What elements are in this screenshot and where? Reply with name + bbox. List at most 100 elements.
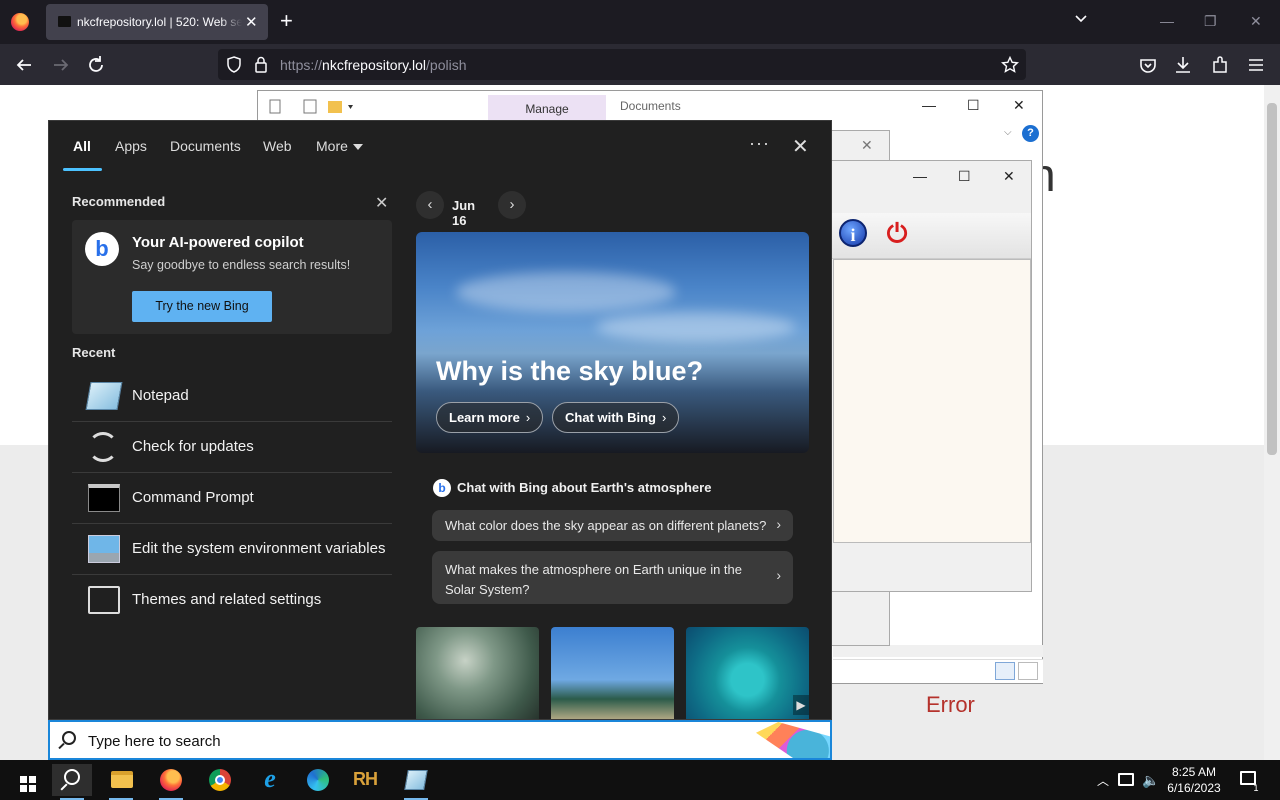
explorer-horizontal-scrollbar[interactable] xyxy=(833,645,1043,657)
recent-item-label: Check for updates xyxy=(132,438,254,455)
dialog-minimize-button[interactable]: — xyxy=(913,168,927,184)
hero-cloud xyxy=(596,312,796,342)
recent-item-check-for-updates[interactable]: Check for updates xyxy=(72,422,392,473)
dialog-maximize-button[interactable]: ☐ xyxy=(958,168,971,185)
notepad-icon xyxy=(85,382,123,410)
chrome-icon xyxy=(209,769,231,791)
close-search-panel-icon[interactable]: ✕ xyxy=(792,134,809,159)
ribbon-expand-chevron-icon[interactable]: ⌵ xyxy=(1004,127,1012,138)
chrome-taskbar-button[interactable] xyxy=(200,764,240,796)
recent-item-themes[interactable]: Themes and related settings xyxy=(72,575,392,626)
recent-item-command-prompt[interactable]: Command Prompt xyxy=(72,473,392,524)
close-window-button[interactable]: ✕ xyxy=(1250,13,1262,30)
suggested-question[interactable]: What color does the sky appear as on dif… xyxy=(432,510,793,541)
tab-web[interactable]: Web xyxy=(263,138,292,154)
explorer-close-button[interactable]: ✕ xyxy=(1013,97,1025,114)
network-icon[interactable] xyxy=(1118,773,1134,786)
recent-item-label: Themes and related settings xyxy=(132,591,322,608)
browser-tab-bar: nkcfrepository.lol | 520: Web server is … xyxy=(0,0,1280,44)
learn-more-button[interactable]: Learn more › xyxy=(436,402,544,433)
minimize-button[interactable]: — xyxy=(1160,13,1174,29)
file-explorer-taskbar-button[interactable] xyxy=(101,764,141,800)
extensions-icon[interactable] xyxy=(1209,54,1231,76)
notepad-taskbar-button[interactable] xyxy=(396,764,436,800)
firefox-menu-icon[interactable] xyxy=(11,13,29,31)
tab-documents[interactable]: Documents xyxy=(170,138,241,154)
url-scheme: https:// xyxy=(280,57,323,73)
explorer-maximize-button[interactable]: ☐ xyxy=(967,97,980,114)
info-icon[interactable]: i xyxy=(839,219,867,247)
start-button[interactable] xyxy=(4,764,44,796)
taskbar: e RH ︿ 🔈 8:25 AM 6/16/2023 1 xyxy=(0,760,1280,800)
scrollbar-thumb[interactable] xyxy=(1267,103,1277,455)
previous-day-icon[interactable]: ‹ xyxy=(416,191,444,219)
search-button[interactable] xyxy=(52,764,92,800)
large-icons-view-icon[interactable] xyxy=(1018,662,1038,680)
search-highlight-hero[interactable]: Why is the sky blue? Learn more › Chat wi… xyxy=(416,232,809,453)
list-all-tabs-icon[interactable] xyxy=(1074,12,1088,26)
back-arrow-icon[interactable] xyxy=(13,54,35,76)
chat-with-bing-button[interactable]: Chat with Bing › xyxy=(552,402,680,433)
firefox-taskbar-button[interactable] xyxy=(151,764,191,800)
edge-taskbar-button[interactable] xyxy=(298,764,338,796)
chevron-right-icon: › xyxy=(662,410,667,425)
pocket-icon[interactable] xyxy=(1137,54,1159,76)
firefox-icon xyxy=(160,769,182,791)
more-options-icon[interactable]: ··· xyxy=(749,133,770,154)
details-view-icon[interactable] xyxy=(995,662,1015,680)
quick-access-toolbar[interactable] xyxy=(266,97,366,117)
ribbon-tab-manage[interactable]: Manage xyxy=(488,95,606,123)
recent-item-notepad[interactable]: Notepad xyxy=(72,371,392,422)
thumbnails-next-icon[interactable]: ▶ xyxy=(793,695,809,715)
chevron-right-icon: › xyxy=(776,567,781,583)
dismiss-recommended-icon[interactable]: ✕ xyxy=(375,193,388,213)
highlight-thumbnail[interactable] xyxy=(416,627,539,719)
try-new-bing-button[interactable]: Try the new Bing xyxy=(132,291,272,322)
suggested-question[interactable]: What makes the atmosphere on Earth uniqu… xyxy=(432,551,793,604)
browser-tab[interactable]: nkcfrepository.lol | 520: Web server is … xyxy=(46,4,268,40)
recent-item-environment-variables[interactable]: Edit the system environment variables xyxy=(72,524,392,575)
reload-icon[interactable] xyxy=(85,54,107,76)
show-hidden-icons-chevron-icon[interactable]: ︿ xyxy=(1097,772,1109,789)
rh-app-taskbar-button[interactable]: RH xyxy=(347,764,387,796)
highlights-date: Jun 16 xyxy=(452,198,476,228)
explorer-minimize-button[interactable]: — xyxy=(922,97,936,113)
tracking-protection-shield-icon[interactable] xyxy=(226,56,242,73)
highlight-thumbnail[interactable] xyxy=(686,627,809,719)
volume-muted-icon[interactable]: 🔈 xyxy=(1142,772,1159,789)
new-tab-button[interactable]: + xyxy=(280,9,293,33)
system-clock[interactable]: 8:25 AM 6/16/2023 xyxy=(1160,764,1228,796)
chevron-down-icon xyxy=(352,144,363,151)
search-icon xyxy=(62,731,76,745)
downloads-icon[interactable] xyxy=(1172,54,1194,76)
notepad-icon xyxy=(404,770,428,790)
background-dialog-close-icon[interactable]: ✕ xyxy=(861,137,873,154)
dialog-close-button[interactable]: ✕ xyxy=(1003,168,1015,185)
recent-item-label: Edit the system environment variables xyxy=(132,540,386,557)
recent-header: Recent xyxy=(72,345,116,360)
active-tab-indicator xyxy=(63,168,102,171)
dialog-content-area xyxy=(833,259,1031,543)
tab-all[interactable]: All xyxy=(73,138,91,154)
internet-explorer-taskbar-button[interactable]: e xyxy=(249,764,289,796)
bookmark-star-icon[interactable] xyxy=(1001,56,1019,74)
next-day-icon[interactable]: › xyxy=(498,191,526,219)
recommended-header: Recommended xyxy=(72,194,166,209)
hamburger-menu-icon[interactable] xyxy=(1245,54,1267,76)
address-bar[interactable]: https://nkcfrepository.lol/polish xyxy=(218,49,1026,80)
tab-close-icon[interactable]: ✕ xyxy=(245,13,258,31)
dialog-toolbar: i ⏻ xyxy=(831,213,1031,259)
tab-more[interactable]: More xyxy=(316,138,363,154)
refresh-icon xyxy=(88,432,118,462)
taskbar-search-box[interactable] xyxy=(48,720,832,760)
help-icon[interactable]: ? xyxy=(1022,125,1039,142)
tab-apps[interactable]: Apps xyxy=(115,138,147,154)
highlight-thumbnail[interactable] xyxy=(551,627,674,719)
forward-arrow-icon[interactable] xyxy=(50,54,72,76)
restore-button[interactable]: ❐ xyxy=(1204,13,1217,30)
suggested-question-text: What makes the atmosphere on Earth uniqu… xyxy=(445,562,743,597)
page-scrollbar[interactable] xyxy=(1264,85,1280,760)
lock-icon[interactable] xyxy=(254,56,268,73)
power-icon[interactable]: ⏻ xyxy=(883,219,911,247)
search-input[interactable] xyxy=(88,730,688,752)
